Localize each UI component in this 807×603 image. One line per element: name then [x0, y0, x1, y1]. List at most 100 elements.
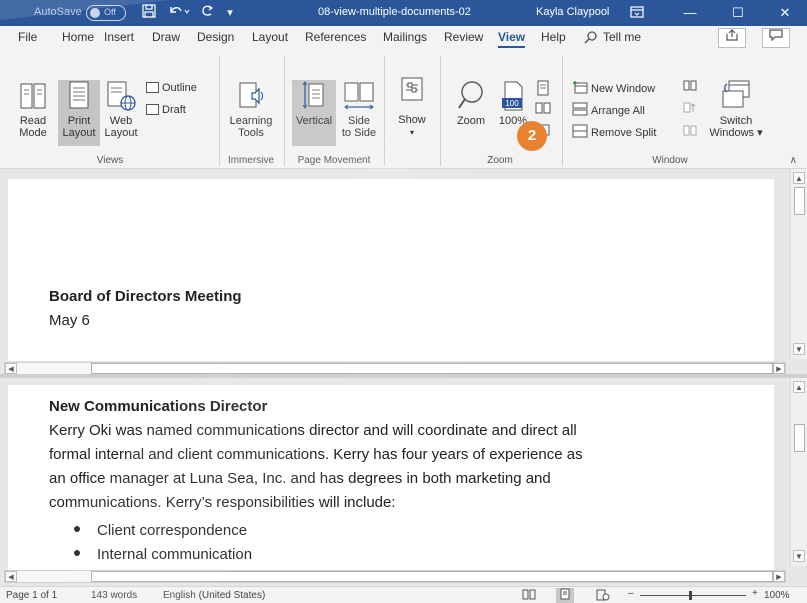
zoom-button[interactable]: Zoom: [452, 80, 490, 127]
group-separator: [562, 56, 563, 166]
autosave-toggle[interactable]: Off: [86, 5, 126, 21]
tell-me-label[interactable]: Tell me: [603, 30, 641, 44]
scroll-down-icon[interactable]: ▼: [793, 343, 805, 355]
maximize-button[interactable]: ☐: [716, 0, 760, 26]
switch-windows-label-2: Windows ▾: [709, 127, 763, 139]
hscroll-thumb[interactable]: [91, 363, 773, 374]
group-separator: [219, 56, 220, 166]
tab-review[interactable]: Review: [444, 30, 483, 44]
print-layout-status-icon[interactable]: [556, 588, 574, 603]
document-pane-bottom[interactable]: New Communications Director Kerry Oki wa…: [8, 385, 774, 570]
reset-window-position-button[interactable]: [683, 124, 697, 140]
tab-references[interactable]: References: [305, 30, 366, 44]
read-mode-button[interactable]: Read Mode: [18, 80, 48, 139]
outline-button[interactable]: Outline: [146, 80, 197, 96]
group-separator: [384, 56, 385, 166]
one-page-icon: [537, 80, 549, 96]
web-layout-status-icon[interactable]: [596, 589, 610, 603]
save-icon[interactable]: [140, 4, 158, 22]
tab-home[interactable]: Home: [62, 30, 94, 44]
comments-button[interactable]: [762, 28, 790, 48]
scroll-thumb[interactable]: [794, 424, 805, 452]
zoom-label: Zoom: [456, 115, 486, 127]
view-side-by-side-button[interactable]: [683, 80, 697, 96]
side-to-side-label-1: Side: [347, 115, 371, 127]
scroll-right-icon[interactable]: ▶: [773, 571, 785, 582]
arrange-all-button[interactable]: Arrange All: [572, 102, 645, 118]
switch-windows-button[interactable]: Switch Windows ▾: [708, 78, 764, 139]
scroll-up-icon[interactable]: ▲: [793, 381, 805, 393]
show-dropdown-icon: ▾: [409, 128, 414, 137]
zoom-slider-thumb[interactable]: [689, 591, 692, 600]
learning-tools-button[interactable]: Learning Tools: [226, 80, 276, 139]
one-page-button[interactable]: [537, 80, 549, 96]
zoom-group-label: Zoom: [487, 155, 513, 166]
outline-label: Outline: [162, 82, 197, 94]
remove-split-button[interactable]: Remove Split: [572, 124, 656, 140]
split-bar[interactable]: [0, 374, 807, 378]
pane2-heading: New Communications Director: [49, 398, 268, 415]
document-pane-top[interactable]: Board of Directors Meeting May 6: [8, 179, 774, 361]
outline-icon: [146, 82, 159, 93]
multiple-pages-button[interactable]: [535, 102, 551, 118]
close-button[interactable]: ✕: [763, 0, 807, 26]
page-count[interactable]: Page 1 of 1: [6, 590, 57, 601]
new-window-button[interactable]: New Window: [572, 80, 655, 96]
ribbon-display-options-icon[interactable]: [628, 4, 646, 22]
web-layout-button[interactable]: Web Layout: [103, 80, 139, 139]
tab-mailings[interactable]: Mailings: [383, 30, 427, 44]
qat-customize-icon[interactable]: ▾: [224, 4, 236, 22]
scroll-left-icon[interactable]: ◀: [5, 363, 17, 374]
language[interactable]: English (United States): [163, 590, 265, 601]
show-button[interactable]: Show ▾: [392, 76, 432, 139]
learning-tools-label-2: Tools: [238, 127, 264, 139]
zoom-in-button[interactable]: +: [752, 588, 758, 599]
vertical-scrollbar-bottom[interactable]: ▲ ▼: [790, 378, 807, 566]
undo-icon[interactable]: [165, 4, 193, 22]
pane2-line-2: formal internal and client communication…: [49, 446, 583, 463]
zoom-out-button[interactable]: –: [628, 588, 634, 599]
print-layout-button[interactable]: Print Layout: [58, 80, 100, 146]
hscroll-thumb[interactable]: [91, 571, 773, 582]
tab-layout[interactable]: Layout: [252, 30, 288, 44]
zoom-slider[interactable]: [640, 595, 746, 596]
switch-windows-icon: [722, 80, 750, 108]
scroll-left-icon[interactable]: ◀: [5, 571, 17, 582]
scroll-up-icon[interactable]: ▲: [793, 172, 805, 184]
view-side-by-side-icon: [683, 80, 697, 91]
zoom-level[interactable]: 100%: [764, 590, 790, 601]
vertical-button[interactable]: Vertical: [292, 80, 336, 146]
svg-text:100: 100: [505, 99, 519, 108]
multiple-pages-icon: [535, 102, 551, 114]
user-name[interactable]: Kayla Claypool: [536, 6, 609, 18]
redo-icon[interactable]: [198, 4, 216, 22]
arrange-all-icon: [572, 102, 588, 116]
word-count[interactable]: 143 words: [91, 590, 137, 601]
scroll-down-icon[interactable]: ▼: [793, 550, 805, 562]
side-to-side-label-2: to Side: [341, 127, 377, 139]
scroll-right-icon[interactable]: ▶: [773, 363, 785, 374]
tab-design[interactable]: Design: [197, 30, 234, 44]
learning-tools-icon: [239, 82, 263, 108]
pane1-heading: Board of Directors Meeting: [49, 288, 242, 305]
vertical-scrollbar-top[interactable]: ▲ ▼: [790, 169, 807, 359]
scroll-thumb[interactable]: [794, 187, 805, 215]
tab-file[interactable]: File: [18, 30, 37, 44]
zoom-100-button[interactable]: 100 100%: [495, 80, 531, 127]
autosave-label: AutoSave: [34, 6, 82, 18]
draft-button[interactable]: Draft: [146, 102, 186, 118]
read-mode-status-icon[interactable]: [522, 589, 536, 603]
tab-insert[interactable]: Insert: [104, 30, 134, 44]
tell-me-search-icon[interactable]: [584, 30, 598, 47]
minimize-button[interactable]: —: [668, 0, 712, 26]
tab-draw[interactable]: Draw: [152, 30, 180, 44]
read-mode-label-2: Mode: [19, 127, 47, 139]
horizontal-scrollbar-bottom[interactable]: ◀ ▶: [4, 570, 786, 583]
synchronous-scrolling-button[interactable]: [683, 102, 697, 118]
tab-help[interactable]: Help: [541, 30, 566, 44]
share-button[interactable]: [718, 28, 746, 48]
tab-view[interactable]: View: [498, 30, 526, 48]
show-label: Show: [398, 114, 426, 126]
collapse-ribbon-icon[interactable]: ∧: [790, 155, 797, 166]
side-to-side-button[interactable]: Side to Side: [338, 80, 380, 139]
